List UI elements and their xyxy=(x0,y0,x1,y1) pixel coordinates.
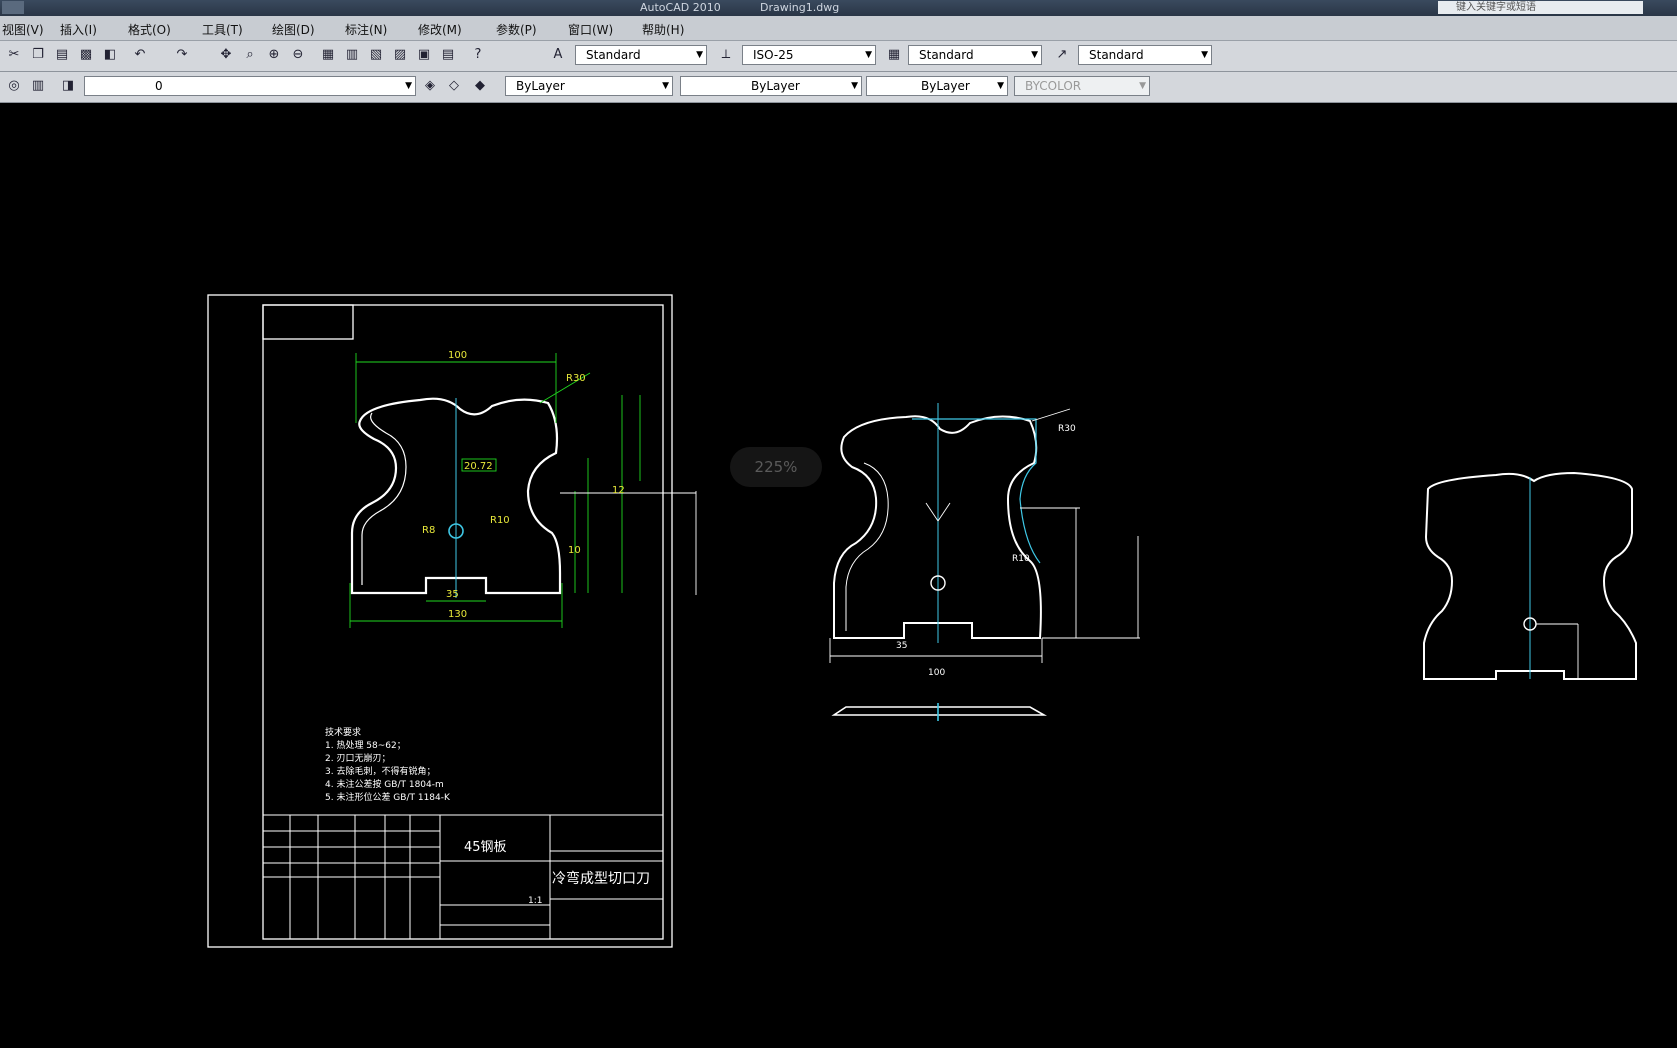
block-editor-icon[interactable]: ◧ xyxy=(100,45,120,65)
title-block-part-name: 冷弯成型切口刀 xyxy=(552,870,650,887)
svg-text:5. 未注形位公差 GB/T 1184-K: 5. 未注形位公差 GB/T 1184-K xyxy=(325,791,451,803)
color-select[interactable]: ByLayer ▼ xyxy=(505,76,673,96)
design-center-icon[interactable]: ▥ xyxy=(342,45,362,65)
svg-text:100: 100 xyxy=(448,350,467,361)
technical-requirements: 技术要求 1. 热处理 58~62； 2. 刃口无崩刃； 3. 去除毛刺，不得有… xyxy=(325,726,451,803)
plotstyle-select: BYCOLOR ▼ xyxy=(1014,76,1150,96)
menu-modify[interactable]: 修改(M) xyxy=(418,21,462,38)
middle-dim-radius: R30 xyxy=(1058,424,1076,434)
table-style-select[interactable]: Standard ▼ xyxy=(908,45,1042,65)
part-side-view xyxy=(831,703,1048,721)
app-title: AutoCAD 2010 xyxy=(640,1,721,14)
svg-text:技术要求: 技术要求 xyxy=(325,726,361,738)
paste-icon[interactable]: ▤ xyxy=(52,45,72,65)
part-outline-middle xyxy=(833,415,1042,639)
layers-toolbar: ◎ ▥ ◨ 0 ▼ ◈ ◇ ◆ ByLayer ▼ ByLayer ▼ ByLayer… xyxy=(0,72,1677,103)
markup-icon[interactable]: ▣ xyxy=(414,45,434,65)
properties-icon[interactable]: ▦ xyxy=(318,45,338,65)
multileader-style-select[interactable]: Standard ▼ xyxy=(1078,45,1212,65)
middle-dim-r10: R10 xyxy=(1012,554,1030,564)
centerline-middle xyxy=(912,403,1041,643)
menu-format[interactable]: 格式(O) xyxy=(128,21,171,38)
dim-style-select[interactable]: ISO-25 ▼ xyxy=(742,45,876,65)
tool-palettes-icon[interactable]: ▧ xyxy=(366,45,386,65)
svg-text:R8: R8 xyxy=(422,525,435,536)
menu-draw[interactable]: 绘图(D) xyxy=(272,21,315,38)
menu-help[interactable]: 帮助(H) xyxy=(642,21,684,38)
lineweight-select[interactable]: ByLayer ▼ xyxy=(866,76,1008,96)
middle-dim-width: 100 xyxy=(928,668,945,678)
layer-properties-icon[interactable]: ◎ xyxy=(4,76,24,96)
menu-view[interactable]: 视图(V) xyxy=(2,21,44,38)
document-title: Drawing1.dwg xyxy=(760,1,840,14)
match-properties-icon[interactable]: ▩ xyxy=(76,45,96,65)
svg-text:35: 35 xyxy=(446,589,459,600)
layer-match-icon[interactable]: ◆ xyxy=(470,76,490,96)
make-current-icon[interactable]: ◈ xyxy=(420,76,440,96)
svg-text:130: 130 xyxy=(448,609,467,620)
app-menu-button[interactable] xyxy=(2,1,24,14)
centerline-detail xyxy=(448,398,464,598)
text-style-icon[interactable]: A xyxy=(548,45,568,65)
layer-previous-icon[interactable]: ◨ xyxy=(58,76,78,96)
help-icon[interactable]: ? xyxy=(468,45,488,65)
menu-insert[interactable]: 插入(I) xyxy=(60,21,97,38)
zoom-previous-icon[interactable]: ⊖ xyxy=(288,45,308,65)
table-style-icon[interactable]: ▦ xyxy=(884,45,904,65)
title-block-material: 45钢板 xyxy=(464,840,507,855)
svg-text:R10: R10 xyxy=(490,515,510,526)
layer-isolate-icon[interactable]: ◇ xyxy=(444,76,464,96)
svg-text:R30: R30 xyxy=(566,373,586,384)
redo-icon[interactable]: ↷ xyxy=(172,45,192,65)
dimensions-middle xyxy=(829,408,1140,663)
svg-text:1. 热处理 58~62；: 1. 热处理 58~62； xyxy=(325,739,406,751)
multileader-style-icon[interactable]: ↗ xyxy=(1052,45,1072,65)
layer-states-icon[interactable]: ▥ xyxy=(28,76,48,96)
svg-text:4. 未注公差按 GB/T 1804-m: 4. 未注公差按 GB/T 1804-m xyxy=(325,778,444,790)
middle-dim-slot: 35 xyxy=(896,641,907,651)
dimensions-detail xyxy=(349,353,697,628)
pan-icon[interactable]: ✥ xyxy=(216,45,236,65)
title-bar: AutoCAD 2010 Drawing1.dwg 键入关键字或短语 xyxy=(0,0,1677,16)
dimension-text-detail: 100 130 35 R8 R10 20.72 R30 12 10 xyxy=(422,350,625,620)
zoom-window-icon[interactable]: ⊕ xyxy=(264,45,284,65)
menu-dimension[interactable]: 标注(N) xyxy=(345,21,387,38)
layer-select[interactable]: 0 ▼ xyxy=(84,76,416,96)
menu-parametric[interactable]: 参数(P) xyxy=(496,21,537,38)
undo-icon[interactable]: ↶ xyxy=(130,45,150,65)
centerline-right xyxy=(1523,477,1537,679)
text-style-select[interactable]: Standard ▼ xyxy=(575,45,707,65)
dim-style-icon[interactable]: ⟂ xyxy=(716,45,736,65)
menu-tools[interactable]: 工具(T) xyxy=(202,21,243,38)
drawing-canvas[interactable]: 100 130 35 R8 R10 20.72 R30 12 10 技术要求 1… xyxy=(0,103,1677,1048)
menu-window[interactable]: 窗口(W) xyxy=(568,21,613,38)
sheet-set-icon[interactable]: ▨ xyxy=(390,45,410,65)
zoom-realtime-icon[interactable]: ⌕ xyxy=(240,45,260,65)
svg-text:3. 去除毛刺，不得有锐角；: 3. 去除毛刺，不得有锐角； xyxy=(325,765,435,777)
model-space[interactable]: 100 130 35 R8 R10 20.72 R30 12 10 技术要求 1… xyxy=(0,103,1677,1048)
svg-text:10: 10 xyxy=(568,545,581,556)
svg-text:12: 12 xyxy=(612,485,625,496)
svg-text:2. 刃口无崩刃；: 2. 刃口无崩刃； xyxy=(325,752,390,764)
linetype-select[interactable]: ByLayer ▼ xyxy=(680,76,862,96)
svg-text:20.72: 20.72 xyxy=(464,461,493,472)
title-block-scale: 1:1 xyxy=(528,896,542,906)
quickcalc-icon[interactable]: ▤ xyxy=(438,45,458,65)
zoom-level-badge: 225% xyxy=(730,447,822,487)
standard-toolbar: ✂ ❐ ▤ ▩ ◧ ↶ ↷ ✥ ⌕ ⊕ ⊖ ▦ ▥ ▧ ▨ ▣ ▤ ? A St… xyxy=(0,41,1677,72)
copy-icon[interactable]: ❐ xyxy=(28,45,48,65)
cut-icon[interactable]: ✂ xyxy=(4,45,24,65)
help-search-input[interactable]: 键入关键字或短语 xyxy=(1438,1,1643,14)
menu-bar: 视图(V) 插入(I) 格式(O) 工具(T) 绘图(D) 标注(N) 修改(M… xyxy=(0,16,1677,41)
